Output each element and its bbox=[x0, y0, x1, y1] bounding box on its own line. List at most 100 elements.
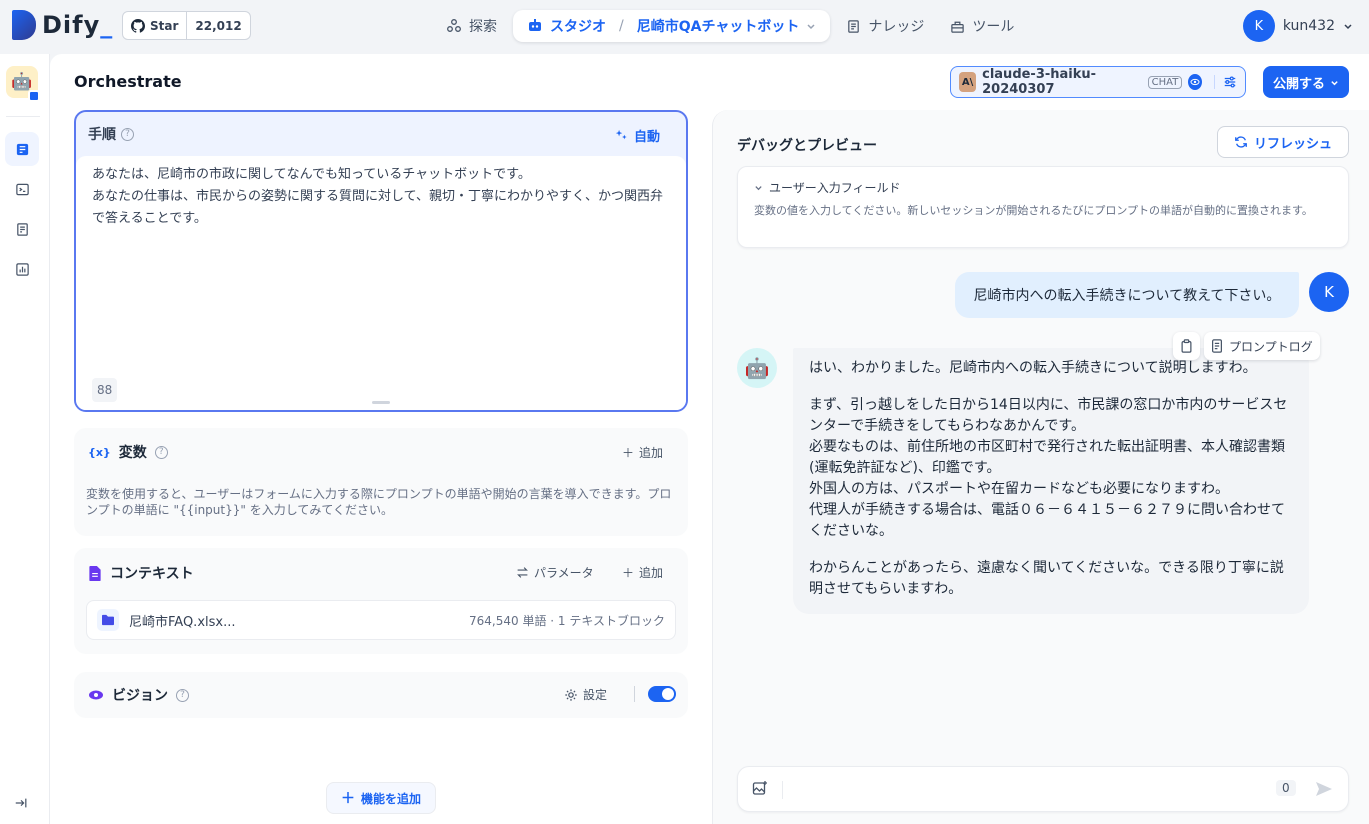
model-selector[interactable]: A\ claude-3-haiku-20240307 CHAT bbox=[950, 66, 1246, 98]
variables-description: 変数を使用すると、ユーザーはフォームに入力する際にプロンプトの単語や開始の言葉を… bbox=[86, 487, 672, 517]
divider bbox=[634, 686, 635, 702]
instructions-line: あなたは、尼崎市の市政に関してなんでも知っているチャットボットです。 bbox=[92, 167, 531, 182]
instructions-title: 手順 bbox=[88, 127, 116, 143]
user-message: 尼崎市内への転入手続きについて教えて下さい。 bbox=[955, 272, 1299, 318]
app-sidebar: 🤖 bbox=[0, 54, 50, 824]
chevron-down-icon[interactable] bbox=[806, 21, 816, 31]
instructions-editor: 手順 ? 自動 あなたは、尼崎市の市政に関してなんでも知っているチャットボットで… bbox=[74, 110, 688, 412]
terminal-icon bbox=[15, 183, 29, 195]
character-count: 88 bbox=[92, 378, 118, 402]
add-variable-label: 追加 bbox=[639, 446, 664, 460]
dify-logo[interactable]: Dify_ bbox=[12, 10, 113, 40]
parameters-button[interactable]: パラメータ bbox=[516, 564, 594, 581]
top-bar: Dify_ Star 22,012 探索 スタジオ / 尼崎市QAチャットボット… bbox=[0, 0, 1369, 54]
explore-icon bbox=[447, 19, 461, 32]
bot-message: はい、わかりました。尼崎市内への転入手続きについて説明しますわ。 まず、引っ越し… bbox=[793, 348, 1309, 614]
add-feature-button[interactable]: ＋ 機能を追加 bbox=[326, 782, 436, 814]
user-input-description: 変数の値を入力してください。新しいセッションが開始されるたびにプロンプトの単語が… bbox=[754, 204, 1313, 217]
sparkle-icon bbox=[615, 129, 627, 140]
image-upload-icon[interactable] bbox=[752, 780, 768, 800]
variables-card: {x} 変数 ? ＋ 追加 変数を使用すると、ユーザーはフォームに入力する際にプ… bbox=[74, 428, 688, 536]
auto-label: 自動 bbox=[633, 130, 660, 145]
nav-explore[interactable]: 探索 bbox=[436, 10, 507, 42]
bot-message-paragraph: 代理人が手続きする場合は、電話０６－６４１５－６２７９に問い合わせてくださいな。 bbox=[809, 502, 1285, 539]
bot-avatar-icon: 🤖 bbox=[737, 348, 777, 388]
resize-handle[interactable] bbox=[372, 401, 390, 404]
sidebar-item-monitoring[interactable] bbox=[5, 252, 39, 286]
sidebar-item-api[interactable] bbox=[5, 172, 39, 206]
bot-message-paragraph: 外国人の方は、パスポートや在留カードなども必要になりますわ。 bbox=[809, 481, 1229, 497]
nav-studio[interactable]: スタジオ / 尼崎市QAチャットボット bbox=[513, 10, 831, 42]
vision-settings-button[interactable]: 設定 bbox=[564, 686, 607, 703]
dataset-item[interactable]: 尼崎市FAQ.xlsx... 764,540 単語 · 1 テキストブロック bbox=[86, 600, 676, 640]
add-variable-button[interactable]: ＋ 追加 bbox=[622, 444, 663, 461]
user-avatar[interactable]: K bbox=[1242, 10, 1275, 42]
add-feature-label: 機能を追加 bbox=[360, 791, 421, 806]
refresh-button[interactable]: リフレッシュ bbox=[1217, 126, 1349, 158]
sidebar-divider bbox=[6, 116, 40, 117]
help-icon[interactable]: ? bbox=[176, 688, 189, 702]
expand-sidebar-icon[interactable] bbox=[14, 796, 28, 814]
tools-toolbox-icon bbox=[951, 21, 965, 33]
chat-input-box[interactable]: 0 bbox=[737, 766, 1349, 812]
sidebar-item-orchestrate[interactable] bbox=[5, 132, 39, 166]
logo-mark bbox=[12, 10, 36, 40]
vision-settings-label: 設定 bbox=[583, 688, 608, 702]
auto-generate-button[interactable]: 自動 bbox=[615, 126, 660, 145]
chevron-down-icon bbox=[1331, 80, 1338, 85]
input-char-count: 0 bbox=[1276, 780, 1296, 796]
page-title: Orchestrate bbox=[74, 72, 182, 91]
vision-title: ビジョン bbox=[112, 688, 168, 704]
dataset-meta: 764,540 単語 · 1 テキストブロック bbox=[469, 613, 665, 628]
copy-button[interactable] bbox=[1173, 332, 1200, 360]
add-context-button[interactable]: ＋ 追加 bbox=[622, 564, 663, 581]
github-star-label: Star bbox=[150, 18, 179, 33]
user-input-fields-panel: ユーザー入力フィールド 変数の値を入力してください。新しいセッションが開始される… bbox=[737, 166, 1349, 248]
prompt-log-button[interactable]: プロンプトログ bbox=[1204, 332, 1320, 360]
user-menu[interactable]: K kun432 bbox=[1242, 10, 1353, 42]
bar-chart-icon bbox=[15, 262, 29, 276]
send-icon[interactable] bbox=[1314, 779, 1334, 803]
instructions-line: で答えることです。 bbox=[92, 211, 207, 226]
plus-icon: ＋ bbox=[340, 791, 355, 807]
user-name[interactable]: kun432 bbox=[1283, 18, 1335, 34]
dataset-name: 尼崎市FAQ.xlsx... bbox=[129, 614, 236, 630]
instructions-textarea[interactable]: あなたは、尼崎市の市政に関してなんでも知っているチャットボットです。 あなたの仕… bbox=[76, 156, 686, 410]
context-card: コンテキスト パラメータ ＋ 追加 尼崎市FAQ.xlsx... 764,540… bbox=[74, 548, 688, 654]
orchestrate-icon bbox=[16, 143, 28, 155]
nav-tools[interactable]: ツール bbox=[940, 10, 1024, 42]
file-text-icon bbox=[1212, 339, 1222, 353]
chevron-down-icon[interactable] bbox=[1343, 21, 1353, 31]
plus-icon: ＋ bbox=[622, 446, 635, 460]
nav-explore-label: 探索 bbox=[469, 19, 497, 35]
vision-eye-icon bbox=[1188, 74, 1203, 90]
publish-button[interactable]: 公開する bbox=[1263, 66, 1349, 98]
breadcrumb-separator: / bbox=[619, 18, 624, 34]
swap-arrows-icon bbox=[517, 567, 528, 578]
vision-toggle[interactable] bbox=[648, 686, 676, 702]
app-name-dropdown[interactable]: 尼崎市QAチャットボット bbox=[637, 16, 800, 36]
chevron-down-icon bbox=[755, 186, 762, 191]
input-divider bbox=[782, 781, 783, 799]
instructions-line: あなたの仕事は、市民からの姿勢に関する質問に対して、親切・丁寧にわかりやすく、か… bbox=[92, 189, 663, 204]
prompt-log-label: プロンプトログ bbox=[1229, 339, 1313, 354]
vision-card: ビジョン ? 設定 bbox=[74, 672, 688, 718]
bot-message-paragraph: 必要なものは、前住所地の市区町村で発行された転出証明書、本人確認書類(運転免許証… bbox=[809, 439, 1285, 476]
user-input-toggle[interactable]: ユーザー入力フィールド bbox=[754, 179, 901, 196]
help-icon[interactable]: ? bbox=[154, 445, 168, 459]
parameters-label: パラメータ bbox=[534, 566, 594, 580]
help-icon[interactable]: ? bbox=[121, 127, 134, 141]
refresh-label: リフレッシュ bbox=[1253, 136, 1332, 152]
debug-preview-panel: デバッグとプレビュー リフレッシュ ユーザー入力フィールド 変数の値を入力してく… bbox=[712, 110, 1369, 824]
bot-message-paragraph: わからんことがあったら、遠慮なく聞いてくださいな。できる限り丁寧に説明させてもら… bbox=[809, 560, 1284, 597]
model-settings-sliders-icon[interactable] bbox=[1214, 75, 1237, 89]
user-message-avatar: K bbox=[1309, 272, 1349, 312]
brand-name: Dify bbox=[42, 11, 101, 39]
github-star-button[interactable]: Star bbox=[123, 12, 186, 39]
context-title: コンテキスト bbox=[110, 566, 194, 582]
github-star-widget[interactable]: Star 22,012 bbox=[122, 11, 251, 40]
github-star-count[interactable]: 22,012 bbox=[186, 12, 249, 39]
nav-knowledge[interactable]: ナレッジ bbox=[836, 10, 934, 42]
message-toolbar: プロンプトログ bbox=[1173, 332, 1320, 360]
sidebar-item-logs[interactable] bbox=[5, 212, 39, 246]
